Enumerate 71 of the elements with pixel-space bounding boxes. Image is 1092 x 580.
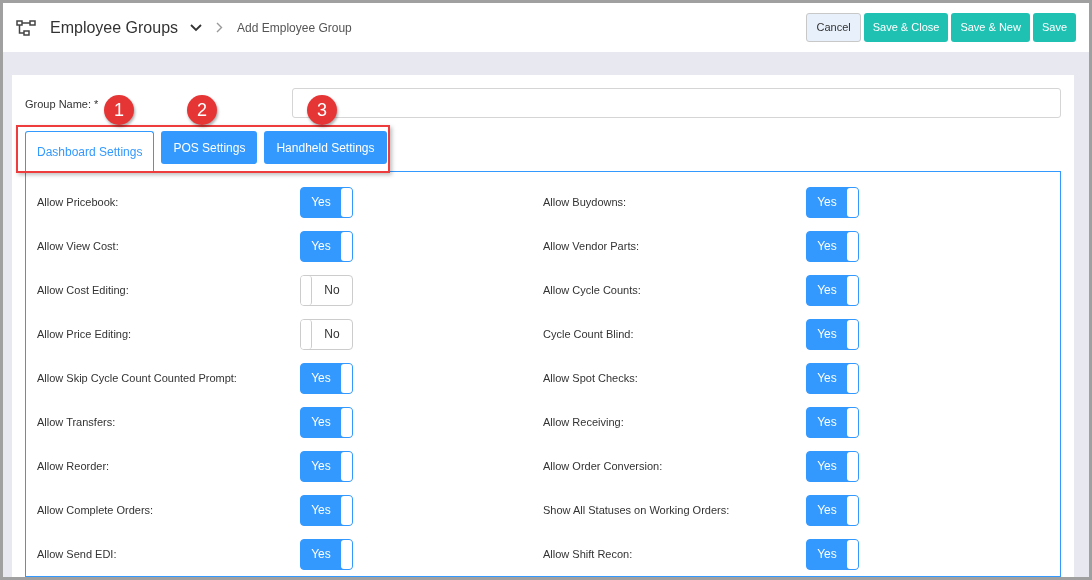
tab[interactable]: POS Settings [161, 131, 258, 164]
toggle-knob [341, 187, 352, 217]
tab[interactable]: Handheld Settings [264, 131, 387, 164]
toggle-knob [847, 539, 858, 569]
toggle-knob [847, 407, 858, 437]
page-title: Employee Groups [50, 17, 179, 38]
field-label: Group Name: * [25, 98, 99, 110]
setting-label: Allow Price Editing: [37, 326, 133, 342]
setting-label: Show All Statuses on Working Orders: [543, 502, 731, 518]
setting-label: Allow Skip Cycle Count Counted Prompt: [37, 370, 238, 386]
setting-label: Allow Reorder: [37, 458, 111, 474]
action-button[interactable]: Save & Close [863, 13, 949, 42]
toggle-knob [341, 451, 352, 481]
toggle-knob [301, 319, 312, 349]
toggle-knob [847, 231, 858, 261]
setting-label: Allow Complete Orders: [37, 502, 155, 518]
toggle-switch[interactable]: Yes [806, 186, 859, 218]
toggle-knob [847, 275, 858, 305]
setting-label: Allow Send EDI: [37, 546, 118, 562]
toggle-switch[interactable]: Yes [300, 450, 353, 482]
setting-label: Allow Order Conversion: [543, 458, 664, 474]
toggle-switch[interactable]: Yes [806, 450, 859, 482]
chevron-right-icon [216, 22, 224, 33]
setting-label: Allow Receiving: [543, 414, 625, 430]
setting-label: Allow View Cost: [37, 238, 120, 254]
setting-label: Allow Spot Checks: [543, 370, 639, 386]
toggle-knob [847, 495, 858, 525]
toggle-knob [341, 363, 352, 393]
tab[interactable]: Dashboard Settings [25, 131, 155, 171]
setting-label: Allow Cost Editing: [37, 282, 130, 298]
toggle-switch[interactable]: Yes [300, 230, 353, 262]
toggle-switch[interactable]: Yes [300, 406, 353, 438]
setting-label: Allow Shift Recon: [543, 546, 634, 562]
toggle-knob [341, 231, 352, 261]
setting-label: Allow Transfers: [37, 414, 117, 430]
toggle-knob [847, 451, 858, 481]
setting-label: Allow Cycle Counts: [543, 282, 642, 298]
toggle-switch[interactable]: Yes [806, 318, 859, 350]
toggle-switch[interactable]: Yes [300, 186, 353, 218]
toggle-knob [847, 363, 858, 393]
setting-label: Allow Buydowns: [543, 194, 628, 210]
breadcrumb-current: Add Employee Group [237, 19, 352, 37]
callout-badge: 2 [187, 95, 217, 125]
toggle-switch[interactable]: Yes [806, 406, 859, 438]
setting-label: Cycle Count Blind: [543, 326, 635, 342]
toggle-knob [847, 319, 858, 349]
action-button[interactable]: Save & New [951, 13, 1030, 42]
toggle-knob [301, 275, 312, 305]
toggle-switch[interactable]: Yes [806, 538, 859, 570]
setting-label: Allow Pricebook: [37, 194, 120, 210]
toggle-switch[interactable]: Yes [806, 494, 859, 526]
toggle-switch[interactable]: Yes [300, 362, 353, 394]
toggle-switch[interactable]: No [300, 318, 353, 350]
action-button[interactable]: Cancel [806, 13, 861, 42]
toggle-switch[interactable]: Yes [806, 362, 859, 394]
toggle-switch[interactable]: Yes [806, 230, 859, 262]
toggle-switch[interactable]: Yes [806, 274, 859, 306]
toggle-switch[interactable]: No [300, 274, 353, 306]
action-button[interactable]: Save [1032, 13, 1076, 42]
toggle-knob [341, 539, 352, 569]
hierarchy-icon [16, 19, 36, 36]
callout-badge: 3 [307, 95, 337, 125]
toggle-switch[interactable]: Yes [300, 494, 353, 526]
toggle-knob [847, 187, 858, 217]
setting-label: Allow Vendor Parts: [543, 238, 640, 254]
group-name-field[interactable] [292, 88, 1061, 118]
toggle-switch[interactable]: Yes [300, 538, 353, 570]
chevron-down-icon[interactable] [190, 23, 203, 32]
callout-badge: 1 [104, 95, 134, 125]
toggle-knob [341, 407, 352, 437]
toggle-knob [341, 495, 352, 525]
